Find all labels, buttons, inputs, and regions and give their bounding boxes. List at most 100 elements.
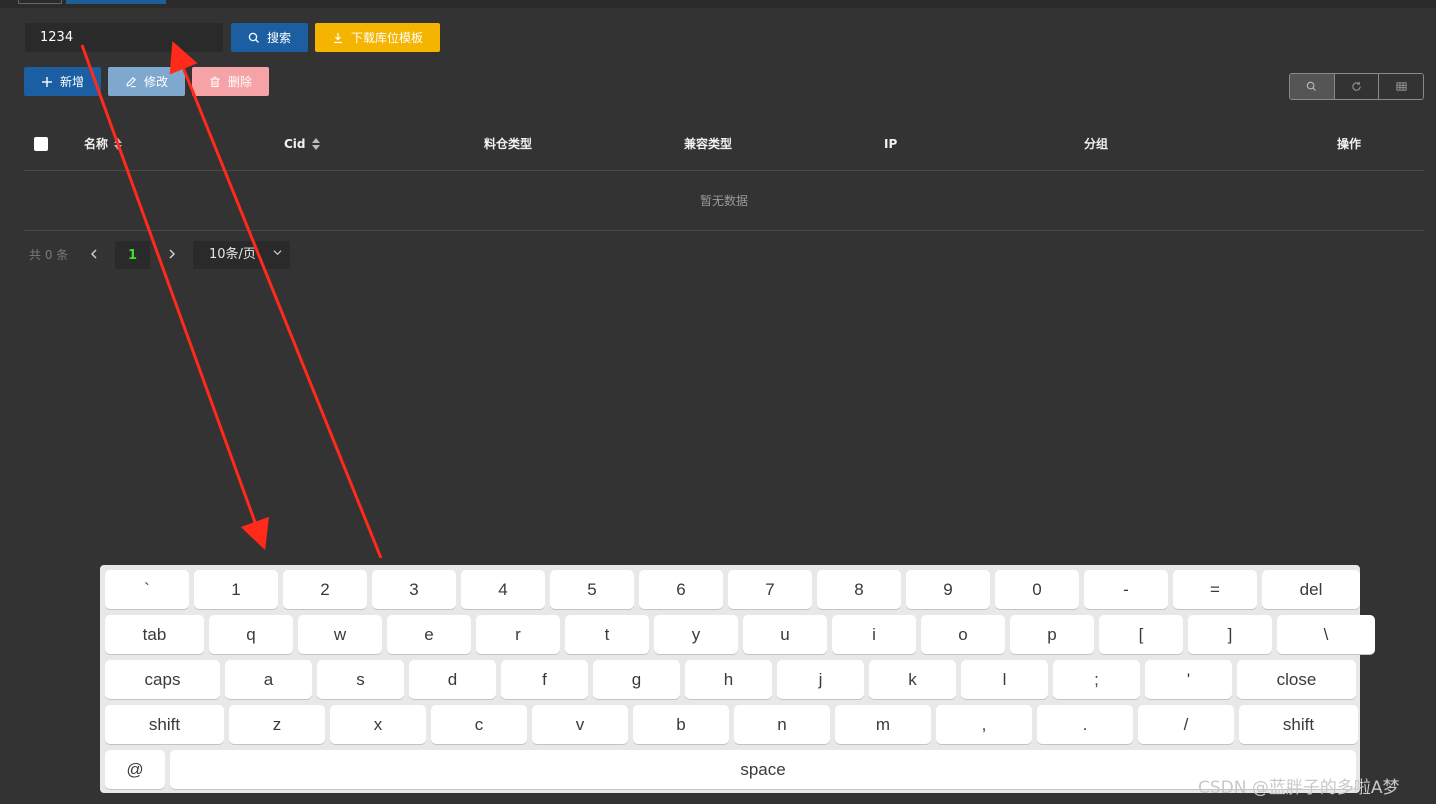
key-j[interactable]: j bbox=[777, 660, 864, 699]
column-name[interactable]: 名称 bbox=[84, 118, 123, 170]
key-o[interactable]: o bbox=[921, 615, 1005, 654]
key-space[interactable]: space bbox=[170, 750, 1356, 789]
add-button[interactable]: 新增 bbox=[24, 67, 101, 96]
sort-icon[interactable] bbox=[311, 138, 320, 150]
key-del[interactable]: del bbox=[1262, 570, 1360, 609]
next-page-button[interactable] bbox=[164, 244, 180, 264]
page-size-value: 10条/页 bbox=[209, 247, 256, 262]
key-w[interactable]: w bbox=[298, 615, 382, 654]
key-quote[interactable]: ' bbox=[1145, 660, 1232, 699]
top-tab-active[interactable] bbox=[66, 0, 166, 4]
key-shift[interactable]: shift bbox=[1239, 705, 1358, 744]
trash-icon bbox=[210, 76, 220, 87]
refresh-button[interactable] bbox=[1334, 74, 1380, 99]
key-equals[interactable]: = bbox=[1173, 570, 1257, 609]
key-l[interactable]: l bbox=[961, 660, 1048, 699]
page-number-current[interactable]: 1 bbox=[115, 241, 150, 269]
key-t[interactable]: t bbox=[565, 615, 649, 654]
key-minus[interactable]: - bbox=[1084, 570, 1168, 609]
select-all-checkbox[interactable] bbox=[34, 137, 48, 151]
pagination-total: 共 0 条 bbox=[29, 248, 69, 262]
toggle-search-button[interactable] bbox=[1290, 74, 1335, 99]
key-rbracket[interactable]: ] bbox=[1188, 615, 1272, 654]
key-u[interactable]: u bbox=[743, 615, 827, 654]
key-close[interactable]: close bbox=[1237, 660, 1356, 699]
key-slash[interactable]: / bbox=[1138, 705, 1234, 744]
refresh-icon bbox=[1352, 81, 1361, 91]
key-p[interactable]: p bbox=[1010, 615, 1094, 654]
key-7[interactable]: 7 bbox=[728, 570, 812, 609]
column-ip: IP bbox=[884, 137, 898, 151]
key-x[interactable]: x bbox=[330, 705, 426, 744]
key-v[interactable]: v bbox=[532, 705, 628, 744]
column-name-label: 名称 bbox=[84, 137, 109, 151]
edit-button[interactable]: 修改 bbox=[108, 67, 185, 96]
prev-page-button[interactable] bbox=[86, 244, 102, 264]
sort-icon[interactable] bbox=[114, 138, 123, 150]
search-input[interactable]: 1234 bbox=[25, 23, 223, 52]
table-header: 名称 Cid 料仓类型 兼容类型 IP 分组 操作 bbox=[24, 118, 1424, 171]
column-cid[interactable]: Cid bbox=[284, 118, 320, 170]
download-template-button[interactable]: 下载库位模板 bbox=[315, 23, 440, 52]
key-d[interactable]: d bbox=[409, 660, 496, 699]
key-comma[interactable]: , bbox=[936, 705, 1032, 744]
key-q[interactable]: q bbox=[209, 615, 293, 654]
page-size-select[interactable]: 10条/页 bbox=[193, 241, 290, 269]
grid-icon bbox=[1396, 82, 1407, 91]
key-caps[interactable]: caps bbox=[105, 660, 220, 699]
key-a[interactable]: a bbox=[225, 660, 312, 699]
key-n[interactable]: n bbox=[734, 705, 830, 744]
key-g[interactable]: g bbox=[593, 660, 680, 699]
key-i[interactable]: i bbox=[832, 615, 916, 654]
key-1[interactable]: 1 bbox=[194, 570, 278, 609]
key-e[interactable]: e bbox=[387, 615, 471, 654]
key-at[interactable]: @ bbox=[105, 750, 165, 789]
key-h[interactable]: h bbox=[685, 660, 772, 699]
key-0[interactable]: 0 bbox=[995, 570, 1079, 609]
keyboard-row: shift z x c v b n m,. / shift bbox=[105, 705, 1358, 745]
key-z[interactable]: z bbox=[229, 705, 325, 744]
key-backslash[interactable]: \ bbox=[1277, 615, 1375, 654]
search-icon bbox=[248, 32, 259, 43]
key-s[interactable]: s bbox=[317, 660, 404, 699]
key-k[interactable]: k bbox=[869, 660, 956, 699]
top-tab[interactable] bbox=[18, 0, 62, 4]
key-8[interactable]: 8 bbox=[817, 570, 901, 609]
empty-state: 暂无数据 bbox=[24, 171, 1424, 231]
key-4[interactable]: 4 bbox=[461, 570, 545, 609]
key-backtick[interactable]: ` bbox=[105, 570, 189, 609]
columns-button[interactable] bbox=[1379, 74, 1423, 99]
edit-button-label: 修改 bbox=[143, 75, 168, 89]
key-9[interactable]: 9 bbox=[906, 570, 990, 609]
download-icon bbox=[333, 32, 342, 43]
key-y[interactable]: y bbox=[654, 615, 738, 654]
key-2[interactable]: 2 bbox=[283, 570, 367, 609]
key-shift[interactable]: shift bbox=[105, 705, 224, 744]
key-period[interactable]: . bbox=[1037, 705, 1133, 744]
search-button-label: 搜索 bbox=[266, 31, 291, 45]
keyboard-row: @ space bbox=[105, 750, 1356, 790]
key-c[interactable]: c bbox=[431, 705, 527, 744]
key-b[interactable]: b bbox=[633, 705, 729, 744]
delete-button-label: 删除 bbox=[227, 75, 252, 89]
key-f[interactable]: f bbox=[501, 660, 588, 699]
key-5[interactable]: 5 bbox=[550, 570, 634, 609]
key-r[interactable]: r bbox=[476, 615, 560, 654]
column-bin-type: 料仓类型 bbox=[484, 137, 533, 151]
chevron-down-icon bbox=[273, 241, 282, 269]
key-3[interactable]: 3 bbox=[372, 570, 456, 609]
key-lbracket[interactable]: [ bbox=[1099, 615, 1183, 654]
plus-icon bbox=[41, 76, 52, 87]
edit-icon bbox=[126, 76, 136, 87]
top-strip bbox=[0, 0, 1436, 8]
key-m[interactable]: m bbox=[835, 705, 931, 744]
add-button-label: 新增 bbox=[59, 75, 84, 89]
key-semicolon[interactable]: ; bbox=[1053, 660, 1140, 699]
delete-button[interactable]: 删除 bbox=[192, 67, 269, 96]
column-cid-label: Cid bbox=[284, 137, 306, 151]
download-template-label: 下载库位模板 bbox=[350, 31, 423, 45]
search-button[interactable]: 搜索 bbox=[231, 23, 308, 52]
key-6[interactable]: 6 bbox=[639, 570, 723, 609]
watermark: CSDN @蓝胖子的多啦A梦 bbox=[1198, 778, 1400, 798]
key-tab[interactable]: tab bbox=[105, 615, 204, 654]
